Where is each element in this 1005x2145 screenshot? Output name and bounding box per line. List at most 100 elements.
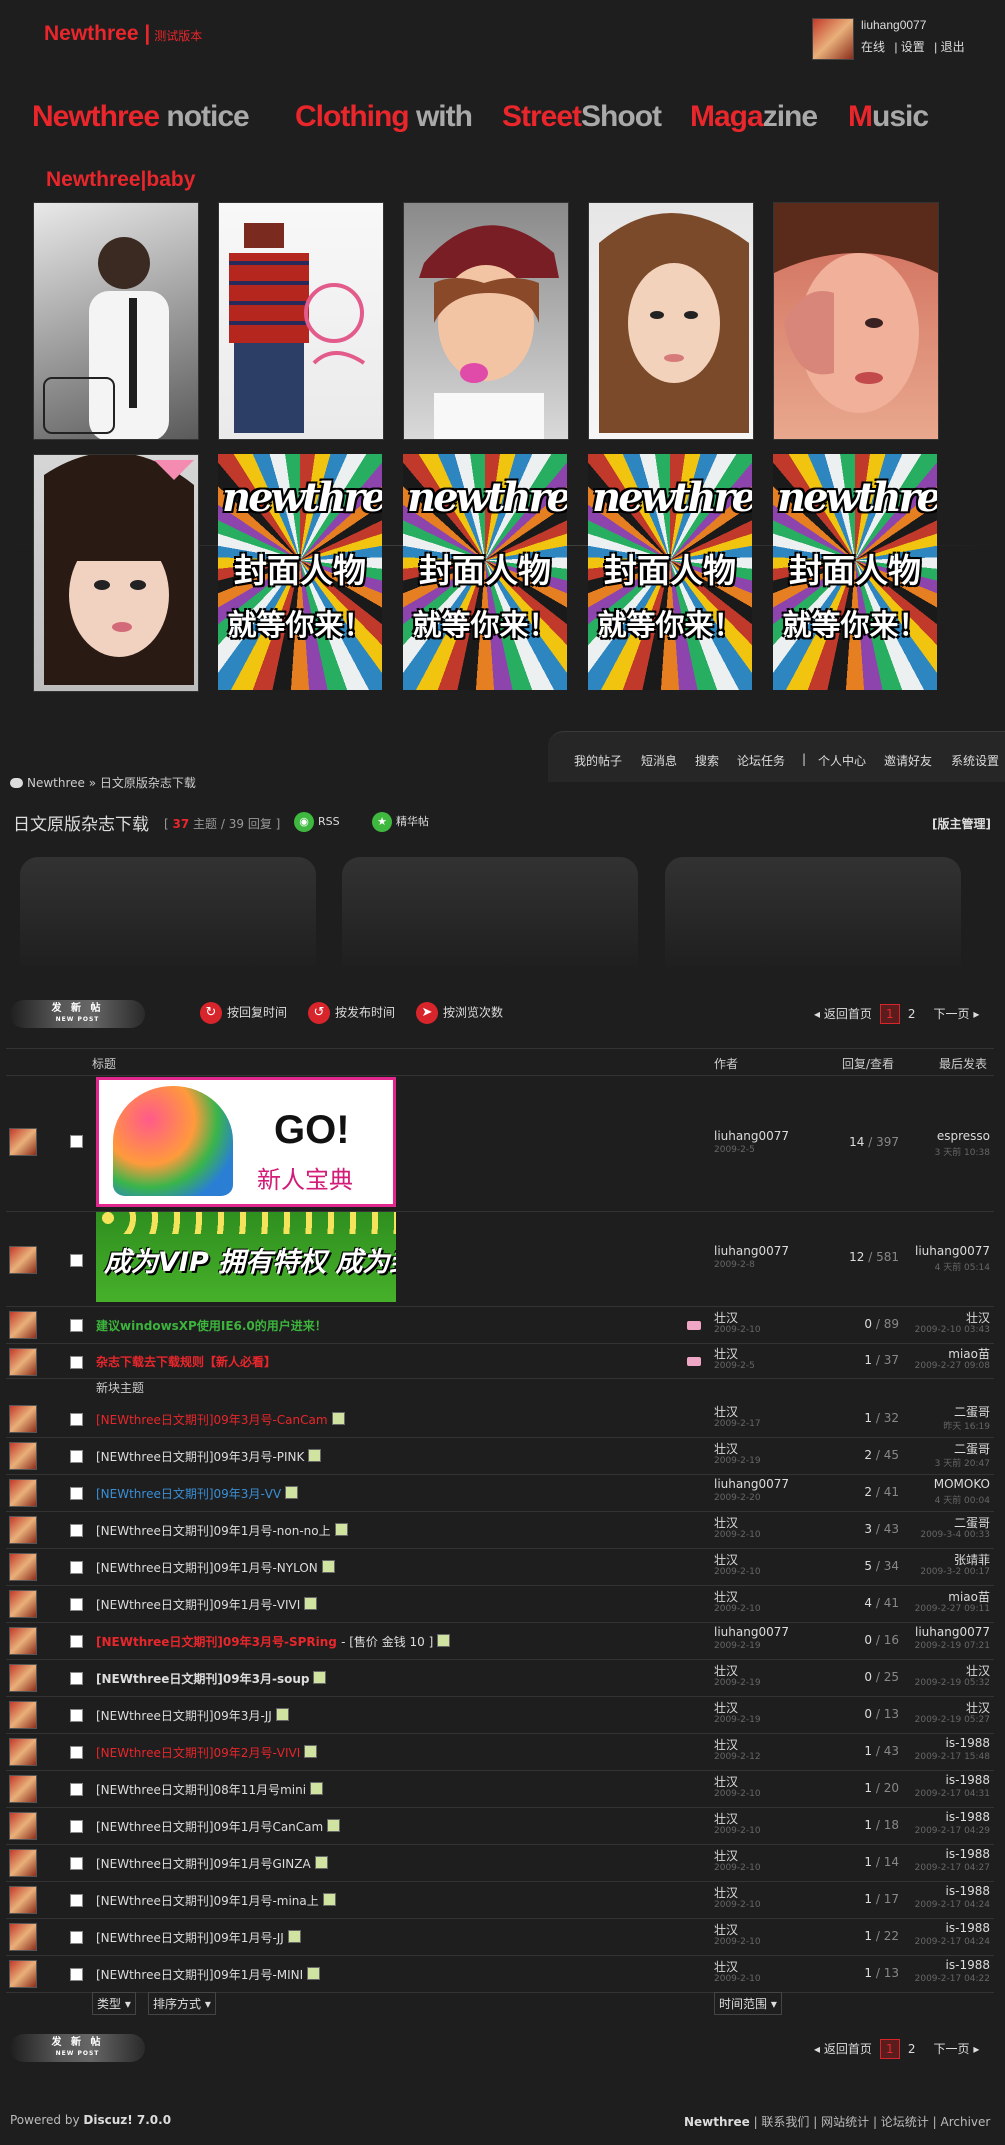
thread-checkbox[interactable] (70, 1820, 83, 1833)
last-poster[interactable]: is-1988 (946, 1810, 990, 1824)
last-poster[interactable]: is-1988 (946, 1773, 990, 1787)
sort-filter[interactable]: 排序方式 ▾ (148, 1992, 216, 2015)
discuz-link[interactable]: Discuz! 7.0.0 (83, 2113, 171, 2127)
table-row[interactable]: 杂志下载去下载规则【新人必看】 壮汉 2009-2-5 1 / 37 miao苗… (6, 1344, 994, 1379)
thread-checkbox[interactable] (70, 1561, 83, 1574)
nav-item-clothing[interactable]: Clothing with (295, 100, 473, 134)
thread-title-link[interactable]: 杂志下载去下载规则【新人必看】 (96, 1353, 276, 1370)
thread-title-link[interactable]: [NEWthree日文期刊]09年3月-JJ (96, 1709, 272, 1723)
subnav-profile[interactable]: 个人中心 (818, 752, 866, 769)
thread-author[interactable]: 壮汉 (714, 1588, 738, 1605)
nav-item-music[interactable]: Music (848, 100, 929, 134)
avatar[interactable] (9, 1442, 37, 1470)
table-row[interactable]: [NEWthree日文期刊]09年1月号-mina上 壮汉 2009-2-10 1 /… (6, 1882, 994, 1919)
thread-checkbox[interactable] (70, 1356, 83, 1369)
last-poster[interactable]: is-1988 (946, 1958, 990, 1972)
last-poster[interactable]: 二蛋哥 (954, 1514, 990, 1531)
thread-title-link[interactable]: [NEWthree日文期刊]09年3月号-SPRing (96, 1635, 337, 1649)
avatar[interactable] (9, 1664, 37, 1692)
thread-author[interactable]: 壮汉 (714, 1699, 738, 1716)
moderator-link[interactable]: [版主管理] (932, 815, 991, 832)
last-poster[interactable]: 二蛋哥 (954, 1403, 990, 1420)
avatar[interactable] (9, 1849, 37, 1877)
avatar[interactable] (9, 1553, 37, 1581)
subnav-search[interactable]: 搜索 (695, 752, 719, 769)
user-avatar[interactable] (812, 18, 854, 60)
thread-author[interactable]: 壮汉 (714, 1403, 738, 1420)
last-poster[interactable]: is-1988 (946, 1736, 990, 1750)
thread-title-link[interactable]: [NEWthree日文期刊]09年1月号-MINI (96, 1968, 303, 1982)
new-post-button-bottom[interactable]: 发 新 帖 NEW POST (10, 2034, 145, 2062)
last-poster[interactable]: 张靖菲 (954, 1551, 990, 1568)
thread-author[interactable]: 壮汉 (714, 1345, 738, 1362)
table-row[interactable]: [NEWthree日文期刊]09年1月号GINZA 壮汉 2009-2-10 1 / … (6, 1845, 994, 1882)
avatar[interactable] (9, 1886, 37, 1914)
thread-author[interactable]: 壮汉 (714, 1514, 738, 1531)
baby-photo-4[interactable] (588, 202, 754, 440)
table-row[interactable]: [NEWthree日文期刊]09年1月号-non-no上 壮汉 2009-2-10 3… (6, 1512, 994, 1549)
online-link[interactable]: 在线 (861, 40, 885, 54)
settings-link[interactable]: | 设置 (894, 40, 924, 54)
last-poster[interactable]: is-1988 (946, 1921, 990, 1935)
rss-link[interactable]: ◉ RSS (294, 812, 340, 832)
thread-title-link[interactable]: [NEWthree日文期刊]09年1月号-VIVI (96, 1598, 300, 1612)
thread-author[interactable]: 壮汉 (714, 1773, 738, 1790)
baby-photo-2[interactable] (218, 202, 384, 440)
table-row[interactable]: GO! 新人宝典 liuhang0077 2009-2-5 14 / 397 e… (6, 1075, 994, 1212)
table-row[interactable]: [NEWthree日文期刊]08年11月号mini 壮汉 2009-2-10 1 / … (6, 1771, 994, 1808)
table-row[interactable]: 建议windowsXP使用IE6.0的用户进来！ 壮汉 2009-2-10 0 … (6, 1307, 994, 1344)
table-row[interactable]: [NEWthree日文期刊]09年3月号-SPRing - [售价 金钱 10 … (6, 1623, 994, 1660)
thread-author[interactable]: liuhang0077 (714, 1244, 789, 1258)
table-row[interactable]: [NEWthree日文期刊]09年1月号CanCam 壮汉 2009-2-10 1 /… (6, 1808, 994, 1845)
avatar[interactable] (9, 1960, 37, 1988)
page-2-link[interactable]: 2 (908, 2042, 916, 2056)
thread-author[interactable]: 壮汉 (714, 1810, 738, 1827)
thread-title-link[interactable]: [NEWthree日文期刊]09年1月号-mina上 (96, 1894, 319, 1908)
contact-link[interactable]: | 联系我们 (754, 2115, 810, 2129)
avatar[interactable] (9, 1348, 37, 1376)
thread-title-link[interactable]: [NEWthree日文期刊]09年2月号-VIVI (96, 1746, 300, 1760)
thread-author[interactable]: liuhang0077 (714, 1129, 789, 1143)
new-post-button[interactable]: 发 新 帖 NEW POST (10, 1000, 145, 1028)
last-poster[interactable]: is-1988 (946, 1847, 990, 1861)
newbie-guide-banner[interactable]: GO! 新人宝典 (96, 1077, 396, 1207)
table-row[interactable]: [NEWthree日文期刊]09年1月号-VIVI 壮汉 2009-2-10 4 / … (6, 1586, 994, 1623)
thread-checkbox[interactable] (70, 1598, 83, 1611)
sort-by-views[interactable]: ➤ 按浏览次数 (416, 1002, 503, 1024)
table-row[interactable]: [NEWthree日文期刊]09年3月-soup 壮汉 2009-2-19 0 / 2… (6, 1660, 994, 1697)
thread-checkbox[interactable] (70, 1894, 83, 1907)
last-poster[interactable]: miao苗 (948, 1588, 990, 1605)
avatar[interactable] (9, 1738, 37, 1766)
archiver-link[interactable]: | Archiver (933, 2115, 991, 2129)
table-row[interactable]: [NEWthree日文期刊]09年3月号-PINK 壮汉 2009-2-19 2 / … (6, 1438, 994, 1475)
avatar[interactable] (9, 1775, 37, 1803)
subnav-tasks[interactable]: 论坛任务 (737, 752, 785, 769)
table-row[interactable]: [NEWthree日文期刊]09年3月-VV liuhang0077 2009-2-… (6, 1475, 994, 1512)
thread-checkbox[interactable] (70, 1931, 83, 1944)
last-poster[interactable]: 二蛋哥 (954, 1440, 990, 1457)
thread-author[interactable]: 壮汉 (714, 1309, 738, 1326)
thread-checkbox[interactable] (70, 1524, 83, 1537)
subnav-settings[interactable]: 系统设置 (951, 752, 999, 769)
sort-by-reply-time[interactable]: ↻ 按回复时间 (200, 1002, 287, 1024)
back-home-link[interactable]: 返回首页 (824, 1007, 872, 1021)
thread-author[interactable]: 壮汉 (714, 1921, 738, 1938)
footer-brand-link[interactable]: Newthree (684, 2115, 750, 2129)
thread-checkbox[interactable] (70, 1254, 83, 1267)
last-poster[interactable]: liuhang0077 (915, 1244, 990, 1258)
sort-by-post-time[interactable]: ↺ 按发布时间 (308, 1002, 395, 1024)
table-row[interactable]: [NEWthree日文期刊]09年2月号-VIVI 壮汉 2009-2-12 1 / … (6, 1734, 994, 1771)
avatar[interactable] (9, 1812, 37, 1840)
last-poster[interactable]: 壮汉 (966, 1309, 990, 1326)
thread-checkbox[interactable] (70, 1857, 83, 1870)
avatar[interactable] (9, 1128, 37, 1156)
thread-author[interactable]: 壮汉 (714, 1736, 738, 1753)
last-poster[interactable]: miao苗 (948, 1345, 990, 1362)
page-2-link[interactable]: 2 (908, 1007, 916, 1021)
subnav-my-posts[interactable]: 我的帖子 (574, 752, 622, 769)
digest-link[interactable]: ★ 精华帖 (372, 812, 429, 832)
thread-author[interactable]: 壮汉 (714, 1440, 738, 1457)
subnav-invite[interactable]: 邀请好友 (884, 752, 932, 769)
thread-author[interactable]: 壮汉 (714, 1662, 738, 1679)
baby-photo-6[interactable] (33, 454, 199, 692)
